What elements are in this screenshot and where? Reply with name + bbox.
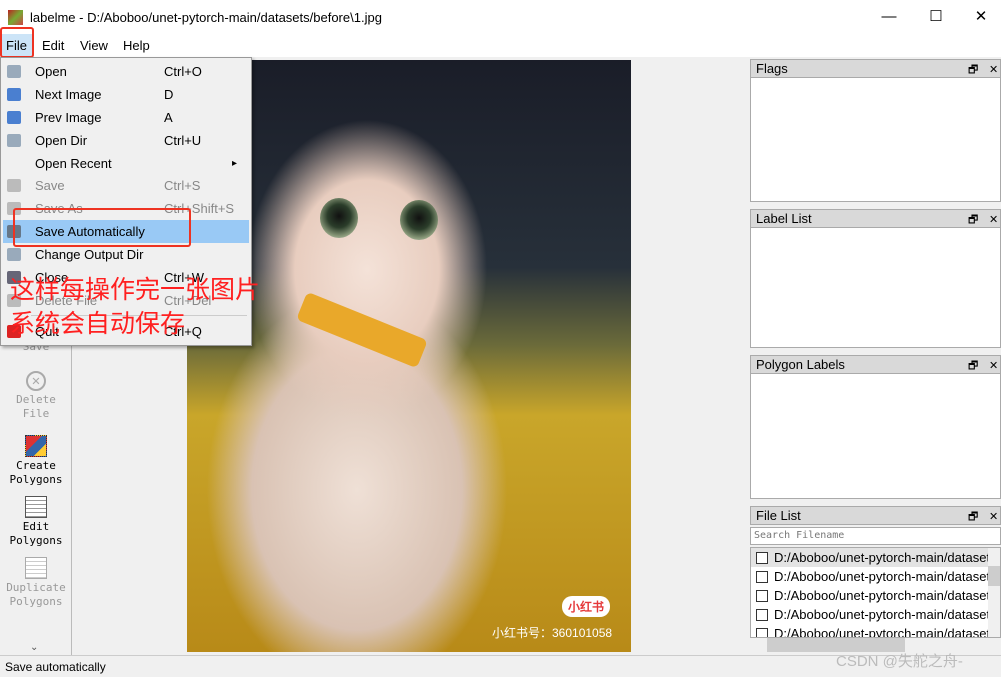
float-icon[interactable]: 🗗 bbox=[968, 212, 978, 229]
menu-help[interactable]: Help bbox=[123, 38, 150, 53]
checkbox[interactable] bbox=[756, 571, 768, 583]
file-name: D:/Aboboo/unet-pytorch-main/datasets/bef… bbox=[774, 569, 988, 584]
menu-item-prev-image[interactable]: Prev Image A bbox=[3, 106, 249, 129]
annotation-box-file bbox=[0, 27, 34, 58]
app-logo-icon bbox=[8, 10, 23, 25]
maximize-button[interactable]: ☐ bbox=[913, 4, 959, 30]
dock-title: Flags bbox=[756, 61, 788, 76]
menu-view[interactable]: View bbox=[80, 38, 108, 53]
file-list-item[interactable]: D:/Aboboo/unet-pytorch-main/datasets/bef… bbox=[751, 548, 988, 567]
menu-item-label: Open Recent bbox=[35, 156, 112, 171]
close-icon[interactable]: ✕ bbox=[989, 62, 998, 79]
menu-item-label: Open Dir bbox=[35, 133, 88, 148]
label-list-dock: Label List 🗗 ✕ bbox=[750, 209, 1001, 348]
menu-bar: File Edit View Help bbox=[0, 34, 1001, 57]
menu-item-save[interactable]: Save Ctrl+S bbox=[3, 174, 249, 197]
dock-title: Label List bbox=[756, 211, 812, 226]
menu-item-label: Prev Image bbox=[35, 110, 102, 125]
menu-item-shortcut: Ctrl+U bbox=[164, 133, 202, 148]
flags-dock: Flags 🗗 ✕ bbox=[750, 59, 1001, 202]
menu-item-label: Save bbox=[35, 178, 65, 193]
file-list-item[interactable]: D:/Aboboo/unet-pytorch-main/datasets/bef… bbox=[751, 567, 988, 586]
file-list-item[interactable]: D:/Aboboo/unet-pytorch-main/datasets/bef… bbox=[751, 586, 988, 605]
folder-open-icon bbox=[7, 65, 21, 78]
checkbox[interactable] bbox=[756, 628, 768, 637]
tool-create-polygons[interactable]: Create Polygons bbox=[0, 435, 72, 487]
tool-delete-file[interactable]: ✕ Delete File bbox=[0, 371, 72, 421]
file-name: D:/Aboboo/unet-pytorch-main/datasets/bef… bbox=[774, 607, 988, 622]
menu-item-shortcut: Ctrl+S bbox=[164, 178, 201, 193]
cat-collar bbox=[296, 291, 428, 369]
save-icon bbox=[7, 179, 21, 192]
annotation-box-save-auto bbox=[13, 208, 191, 247]
menu-item-open-dir[interactable]: Open Dir Ctrl+U bbox=[3, 129, 249, 152]
menu-item-next-image[interactable]: Next Image D bbox=[3, 83, 249, 106]
delete-icon: ✕ bbox=[26, 371, 46, 391]
file-list: D:/Aboboo/unet-pytorch-main/datasets/bef… bbox=[750, 547, 1001, 638]
file-list-item[interactable]: D:/Aboboo/unet-pytorch-main/datasets/bef… bbox=[751, 605, 988, 624]
csdn-watermark: CSDN @失舵之舟- bbox=[836, 653, 963, 670]
toolbar-expand-icon[interactable]: ⌄ bbox=[30, 642, 38, 653]
tool-edit-polygons[interactable]: Edit Polygons bbox=[0, 496, 72, 548]
menu-item-shortcut: Ctrl+O bbox=[164, 64, 202, 79]
menu-edit[interactable]: Edit bbox=[42, 38, 64, 53]
file-name: D:/Aboboo/unet-pytorch-main/datasets/bef… bbox=[774, 626, 988, 638]
file-name: D:/Aboboo/unet-pytorch-main/datasets/bef… bbox=[774, 588, 988, 603]
submenu-arrow-icon: ▸ bbox=[232, 158, 238, 169]
polygon-labels-dock: Polygon Labels 🗗 ✕ bbox=[750, 355, 1001, 499]
cat-eye bbox=[320, 198, 358, 238]
minimize-button[interactable]: — bbox=[866, 4, 912, 30]
close-icon[interactable]: ✕ bbox=[989, 358, 998, 375]
cat-eye bbox=[400, 200, 438, 240]
image-canvas[interactable]: 小红书 小红书号：360101058 bbox=[187, 60, 631, 652]
menu-item-shortcut: A bbox=[164, 110, 173, 125]
close-icon[interactable]: ✕ bbox=[989, 212, 998, 229]
close-window-button[interactable]: ✕ bbox=[958, 4, 1001, 30]
annotation-text: 这样每操作完一张图片 系统会自动保存 bbox=[10, 273, 260, 341]
file-name: D:/Aboboo/unet-pytorch-main/datasets/bef… bbox=[774, 550, 988, 565]
annotation-line: 这样每操作完一张图片 bbox=[10, 275, 261, 304]
search-filename-input[interactable]: Search Filename bbox=[750, 527, 1001, 545]
menu-item-shortcut: D bbox=[164, 87, 174, 102]
duplicate-icon bbox=[25, 557, 47, 579]
checkbox[interactable] bbox=[756, 590, 768, 602]
float-icon[interactable]: 🗗 bbox=[968, 358, 978, 375]
close-icon[interactable]: ✕ bbox=[989, 509, 998, 526]
watermark-id: 小红书号：360101058 bbox=[492, 626, 613, 640]
arrow-right-icon bbox=[7, 88, 21, 101]
dock-title: Polygon Labels bbox=[756, 357, 845, 372]
menu-item-label: Open bbox=[35, 64, 67, 79]
menu-item-label: Next Image bbox=[35, 87, 102, 102]
file-list-dock: File List 🗗 ✕ bbox=[750, 506, 1001, 525]
arrow-left-icon bbox=[7, 111, 21, 124]
checkbox[interactable] bbox=[756, 552, 768, 564]
menu-item-open[interactable]: Open Ctrl+O bbox=[3, 60, 249, 83]
title-bar: labelme - D:/Aboboo/unet-pytorch-main/da… bbox=[0, 0, 1001, 34]
watermark-badge: 小红书 bbox=[562, 596, 611, 617]
window-title: labelme - D:/Aboboo/unet-pytorch-main/da… bbox=[30, 10, 382, 25]
annotation-line: 系统会自动保存 bbox=[10, 309, 186, 338]
folder-open-icon bbox=[7, 134, 21, 147]
file-list-vertical-scrollbar[interactable] bbox=[988, 548, 1000, 637]
file-list-item[interactable]: D:/Aboboo/unet-pytorch-main/datasets/bef… bbox=[751, 624, 988, 638]
create-polygon-icon bbox=[25, 435, 47, 457]
tool-duplicate-polygons[interactable]: Duplicate Polygons bbox=[0, 557, 72, 609]
edit-pencil-icon bbox=[25, 496, 47, 518]
float-icon[interactable]: 🗗 bbox=[968, 509, 978, 526]
folder-open-icon bbox=[7, 248, 21, 261]
float-icon[interactable]: 🗗 bbox=[968, 62, 978, 79]
checkbox[interactable] bbox=[756, 609, 768, 621]
dock-title: File List bbox=[756, 508, 801, 523]
menu-item-open-recent[interactable]: Open Recent ▸ bbox=[3, 152, 249, 175]
